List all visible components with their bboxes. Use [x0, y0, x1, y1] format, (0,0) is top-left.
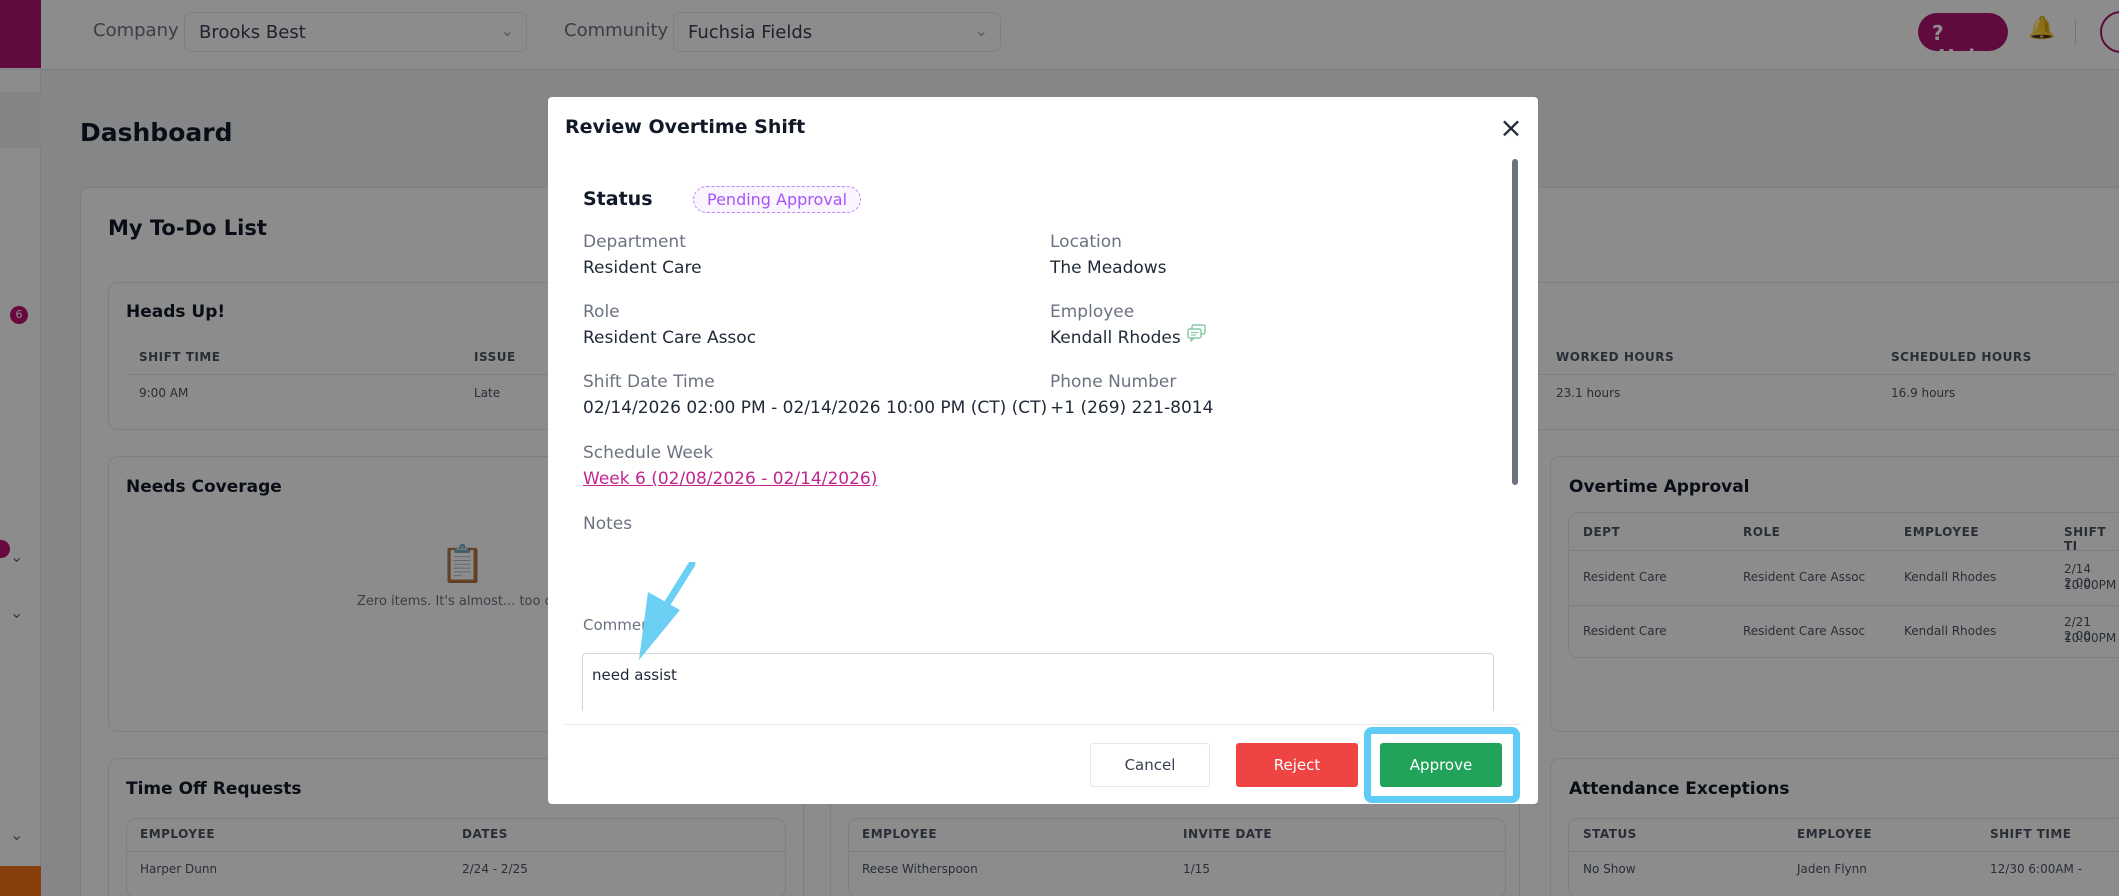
approve-highlight-box — [1364, 727, 1520, 803]
location-value: The Meadows — [1050, 258, 1167, 278]
employee-value: Kendall Rhodes — [1050, 328, 1181, 348]
chat-icon[interactable] — [1187, 324, 1207, 342]
employee-label: Employee — [1050, 302, 1135, 322]
phone-value: +1 (269) 221-8014 — [1050, 398, 1214, 418]
close-icon[interactable]: × — [1496, 113, 1526, 143]
schedule-week-link[interactable]: Week 6 (02/08/2026 - 02/14/2026) — [583, 469, 877, 489]
location-label: Location — [1050, 232, 1122, 252]
role-label: Role — [583, 302, 620, 322]
reject-button[interactable]: Reject — [1236, 743, 1358, 787]
shift-date-label: Shift Date Time — [583, 372, 715, 392]
modal-footer-divider — [565, 724, 1521, 725]
annotation-arrow-icon — [639, 562, 696, 660]
cancel-button[interactable]: Cancel — [1090, 743, 1210, 787]
notes-label: Notes — [583, 514, 633, 534]
shift-date-value: 02/14/2026 02:00 PM - 02/14/2026 10:00 P… — [583, 398, 1048, 418]
schedule-week-label: Schedule Week — [583, 443, 714, 463]
modal-title: Review Overtime Shift — [565, 116, 806, 138]
role-value: Resident Care Assoc — [583, 328, 757, 348]
status-badge: Pending Approval — [693, 186, 862, 213]
review-overtime-modal: Review Overtime Shift × Status Pending A… — [548, 97, 1538, 804]
status-label: Status — [583, 188, 653, 210]
comment-textarea[interactable]: need assist — [582, 653, 1494, 711]
phone-label: Phone Number — [1050, 372, 1177, 392]
department-label: Department — [583, 232, 686, 252]
modal-scrollbar[interactable] — [1512, 159, 1518, 485]
department-value: Resident Care — [583, 258, 702, 278]
